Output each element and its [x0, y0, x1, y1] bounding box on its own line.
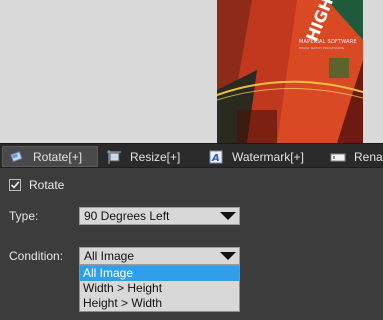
watermark-logo-text: MAPERIAL SOFTWARE IMAGE BATCH PROCESSING	[299, 39, 361, 51]
dropdown-arrow-icon	[220, 212, 236, 220]
tab-resize-label: Resize[+]	[130, 149, 181, 164]
tab-bar: Rotate[+] Resize[+] A Watermark[+] Rena	[0, 143, 383, 168]
watermark-icon: A	[208, 149, 224, 165]
svg-text:A: A	[211, 153, 220, 164]
condition-label: Condition:	[9, 249, 64, 263]
type-label: Type:	[9, 209, 39, 223]
preview-image-artwork: HIGH	[217, 0, 363, 143]
rotate-icon	[9, 149, 25, 165]
tab-rotate[interactable]: Rotate[+]	[2, 146, 98, 167]
rotate-checkbox[interactable]	[9, 179, 21, 191]
rename-icon	[330, 149, 346, 165]
tab-rename[interactable]: Rena	[324, 146, 383, 167]
rotate-settings-panel: Rotate Type: 90 Degrees Left Condition: …	[0, 168, 383, 320]
tab-rename-label: Rena	[354, 149, 383, 164]
rotate-checkbox-label: Rotate	[29, 178, 65, 192]
condition-dropdown-list: All Image Width > Height Height > Width	[79, 265, 240, 312]
tab-rotate-label: Rotate[+]	[33, 149, 83, 164]
resize-icon	[106, 149, 122, 165]
checkmark-icon	[10, 181, 20, 189]
dropdown-arrow-icon	[220, 252, 236, 260]
preview-image: HIGH MAPERIAL SOFTWARE IMAGE BATCH PROCE…	[217, 0, 363, 143]
tab-resize[interactable]: Resize[+]	[100, 146, 186, 167]
preview-area: HIGH MAPERIAL SOFTWARE IMAGE BATCH PROCE…	[0, 0, 383, 143]
tab-watermark-label: Watermark[+]	[232, 149, 304, 164]
type-select-value: 90 Degrees Left	[84, 209, 170, 223]
logo-line-2: IMAGE BATCH PROCESSING	[299, 46, 345, 50]
condition-option-height-gt-width[interactable]: Height > Width	[80, 296, 239, 311]
condition-select[interactable]: All Image	[79, 247, 240, 265]
tab-watermark[interactable]: A Watermark[+]	[202, 146, 310, 167]
condition-select-value: All Image	[84, 249, 135, 263]
rotate-checkbox-row[interactable]: Rotate	[9, 178, 64, 192]
condition-option-width-gt-height[interactable]: Width > Height	[80, 281, 239, 296]
condition-option-all-image[interactable]: All Image	[80, 266, 239, 281]
type-select[interactable]: 90 Degrees Left	[79, 207, 240, 225]
